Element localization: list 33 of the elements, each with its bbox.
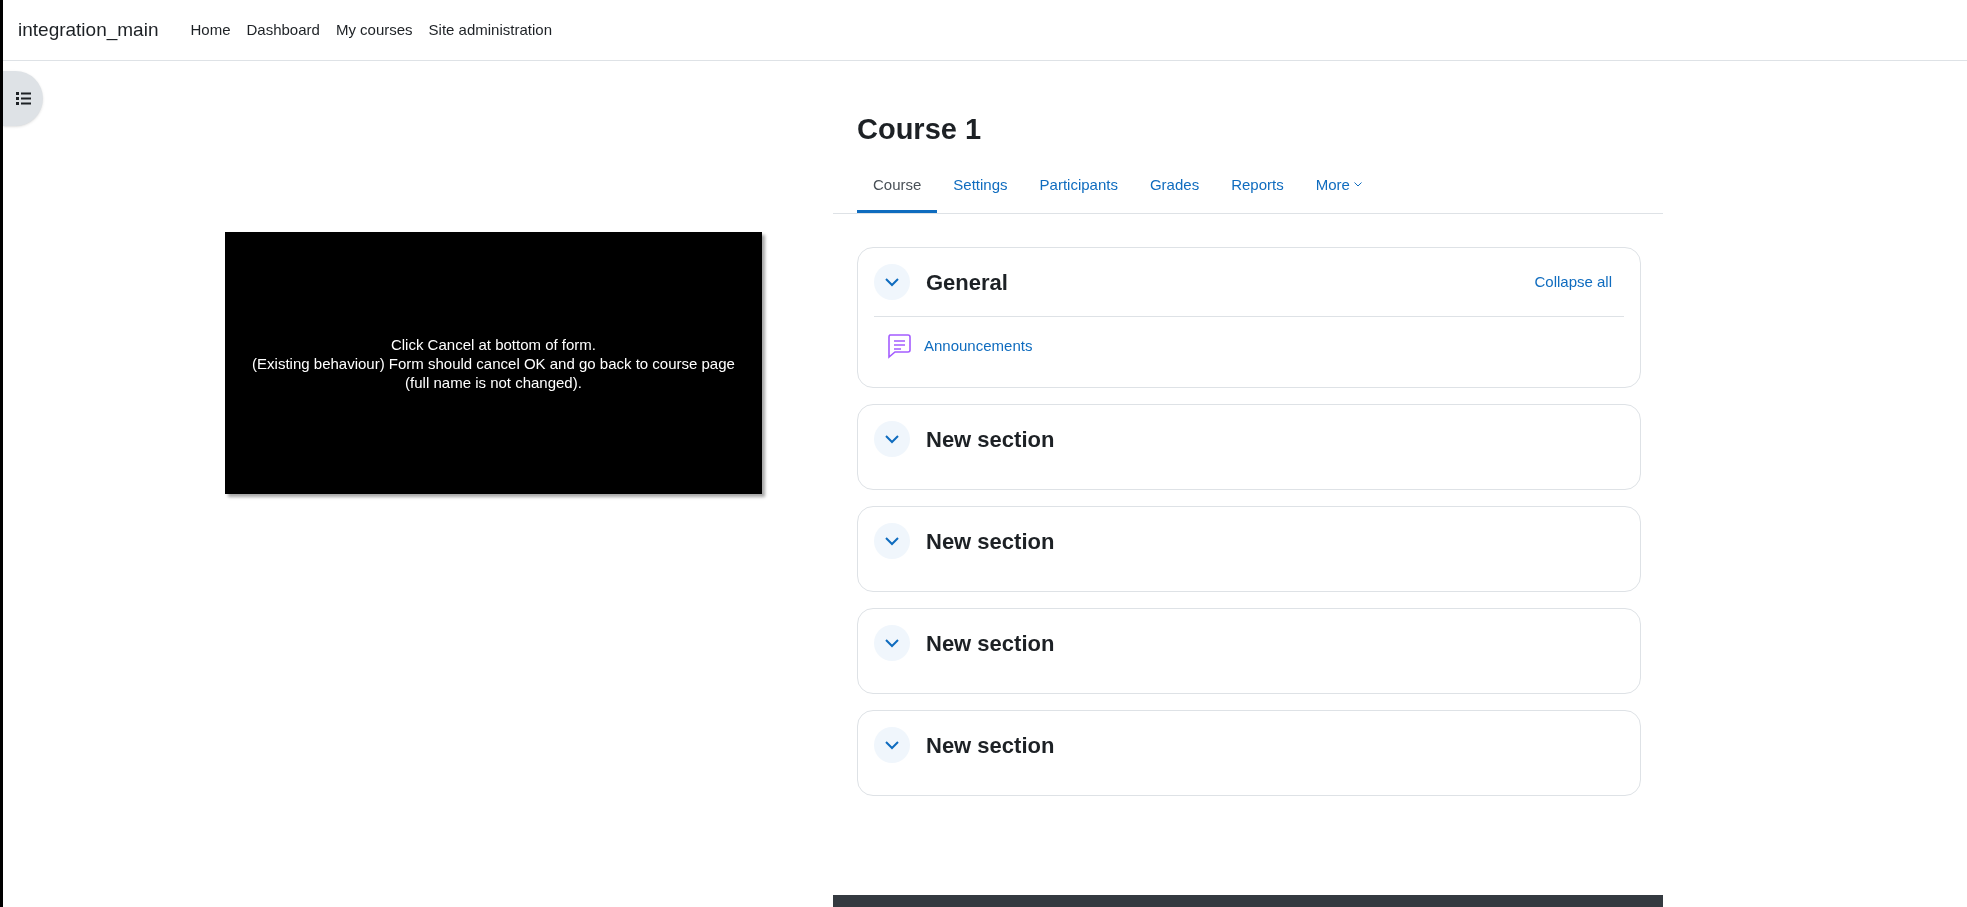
instruction-text: Click Cancel at bottom of form. (Existing behaviour) Form should cancel OK and go back to course page (full name is not changed). [252,334,735,392]
section-toggle-button[interactable] [874,625,910,661]
chevron-icon [885,536,899,546]
nav-link[interactable]: Site administration [428,18,552,42]
chevron-icon [885,434,899,444]
activity-link[interactable]: Announcements [924,334,1033,358]
chevron-icon [885,277,899,287]
section-toggle-button[interactable] [874,421,910,457]
section-title: New section [926,425,1055,454]
section-toggle-button[interactable] [874,523,910,559]
collapse-all-link[interactable]: Collapse all [1534,270,1612,294]
section-toggle-button[interactable] [874,727,910,763]
section-toggle-button[interactable] [874,264,910,300]
nav-link[interactable]: Dashboard [246,18,320,42]
course-tab[interactable]: Reports [1215,165,1300,213]
chat-bubble-icon [886,333,912,359]
section-title: New section [926,527,1055,556]
course-tab[interactable]: Settings [937,165,1024,213]
list-icon [15,92,31,105]
chevron-icon [885,740,899,750]
course-tab[interactable]: Participants [1023,165,1134,213]
section-title: General [926,268,1008,297]
course-tab[interactable]: Grades [1133,165,1216,213]
course-index-toggle-button[interactable] [3,71,43,126]
course-title: Course 1 [857,112,983,147]
course-tab[interactable]: Course [857,165,938,213]
site-brand[interactable]: integration_main [18,15,159,45]
section-title: New section [926,629,1055,658]
section-title: New section [926,731,1055,760]
chevron-icon [885,638,899,648]
nav-link[interactable]: My courses [335,18,413,42]
course-tab[interactable]: More [1299,165,1378,213]
nav-link[interactable]: Home [190,18,231,42]
